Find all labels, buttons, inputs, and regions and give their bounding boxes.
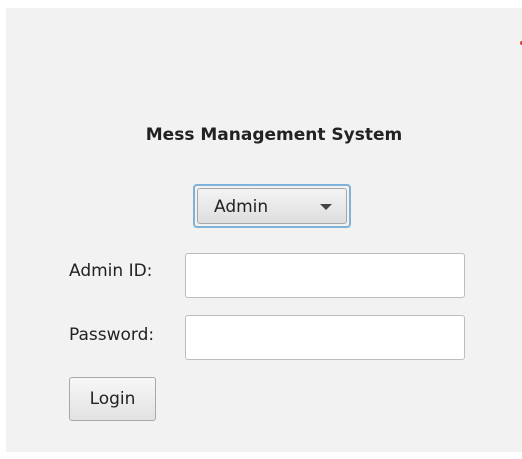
password-label: Password: — [69, 325, 155, 345]
login-window: Mess Management System Admin Admin ID: P… — [6, 8, 522, 452]
admin-id-field[interactable] — [185, 253, 465, 298]
role-select-box[interactable]: Admin — [197, 188, 347, 224]
role-select[interactable]: Admin — [193, 184, 351, 228]
page-title: Mess Management System — [145, 125, 403, 145]
admin-id-label: Admin ID: — [69, 261, 153, 281]
login-button[interactable]: Login — [69, 377, 156, 421]
chevron-down-icon[interactable] — [320, 204, 332, 210]
password-field[interactable] — [185, 315, 465, 360]
role-select-value: Admin — [214, 197, 269, 217]
